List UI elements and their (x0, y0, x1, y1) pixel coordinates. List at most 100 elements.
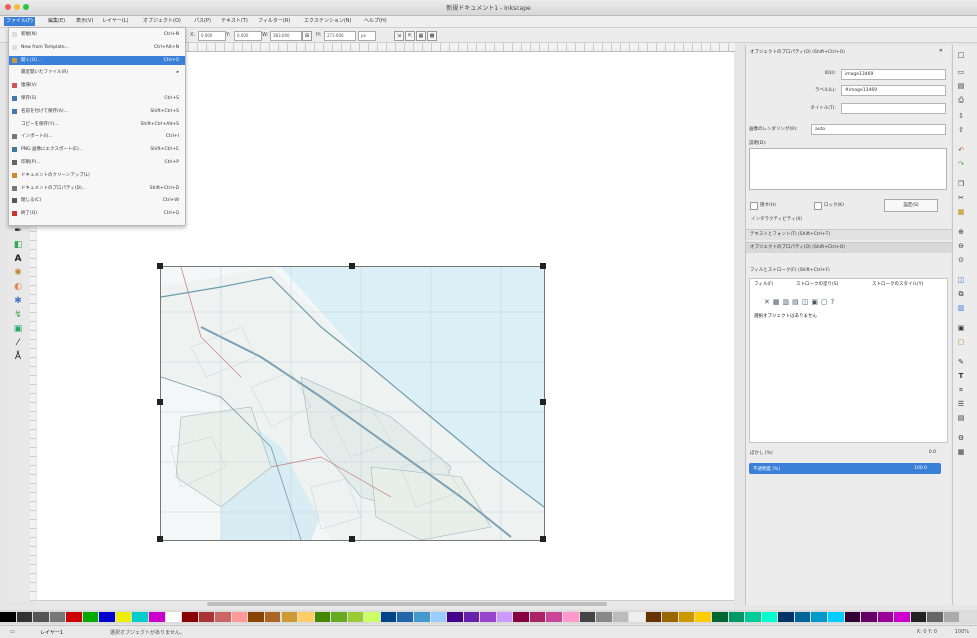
cut-icon[interactable]: ✂ (956, 193, 966, 203)
color-swatch[interactable] (430, 612, 447, 622)
color-swatch[interactable] (927, 612, 943, 622)
color-swatch[interactable] (960, 612, 976, 622)
color-swatch[interactable] (149, 612, 165, 622)
calligraphy-tool-icon[interactable]: ✒ (12, 225, 24, 237)
file-menu-item[interactable]: ドキュメントのプロパティ(D)... Shift+Ctrl+D (9, 184, 185, 193)
mesh-tool-icon[interactable]: ↯ (12, 309, 24, 321)
menu-edit[interactable]: 編集(E) (46, 17, 67, 26)
lock-checkbox[interactable] (814, 202, 822, 210)
menu-view[interactable]: 表示(V) (74, 17, 95, 26)
resize-handle-w[interactable] (157, 399, 163, 405)
color-swatch[interactable] (215, 612, 231, 622)
color-swatch[interactable] (778, 612, 794, 622)
file-menu-item[interactable]: コピーを保存(Y)... Shift+Ctrl+Alt+S (9, 120, 185, 129)
interactivity-expander[interactable]: インタラクティビティ(X) (751, 215, 802, 225)
object-props-dock[interactable]: オブジェクトのプロパティ(O) (Shift+Ctrl+O) (746, 242, 955, 253)
file-menu-item[interactable]: 名前を付けて保存(A)... Shift+Ctrl+S (9, 107, 185, 116)
x-field[interactable]: 0.000 (198, 31, 226, 41)
file-menu-item[interactable]: ドキュメントのクリーンアップ(L) (9, 171, 185, 180)
color-swatch[interactable] (413, 612, 430, 622)
layer-select[interactable]: レイヤー1 (40, 629, 63, 636)
color-swatch[interactable] (513, 612, 529, 622)
text-font-dock[interactable]: テキストとフォント(T) (Shift+Ctrl+T) (746, 229, 955, 240)
color-swatch[interactable] (695, 612, 712, 622)
unlink-clone-icon[interactable]: ▥ (956, 303, 966, 313)
color-swatch[interactable] (811, 612, 827, 622)
xml-editor-icon[interactable]: ⌗ (956, 385, 966, 395)
file-menu-item[interactable]: 新規(N) Ctrl+N (9, 30, 185, 39)
file-menu-item[interactable]: 閉じる(C) Ctrl+W (9, 196, 185, 205)
color-swatch[interactable] (910, 612, 927, 622)
color-swatch[interactable] (16, 612, 33, 622)
color-swatch[interactable] (745, 612, 761, 622)
doc-metadata-icon[interactable]: ▦ (956, 447, 966, 457)
y-field[interactable]: 0.000 (234, 31, 262, 41)
color-swatch[interactable] (364, 612, 380, 622)
color-swatch[interactable] (645, 612, 662, 622)
clone-icon[interactable]: ⧉ (956, 289, 966, 299)
text-tool-icon[interactable]: A (12, 253, 24, 265)
set-button[interactable]: 設定(S) (884, 199, 938, 212)
rendering-select[interactable]: auto (811, 124, 946, 135)
color-swatch[interactable] (596, 612, 612, 622)
color-swatch[interactable] (397, 612, 413, 622)
zoom-drawing-icon[interactable]: ⊖ (956, 241, 966, 251)
color-swatch[interactable] (728, 612, 745, 622)
color-swatch[interactable] (298, 612, 314, 622)
color-swatch[interactable] (115, 612, 132, 622)
spray-tool-icon[interactable]: ✺ (12, 267, 24, 279)
color-swatch[interactable] (281, 612, 298, 622)
color-swatch[interactable] (380, 612, 397, 622)
file-menu-item[interactable]: 最近開いたファイル(R) ▸ (9, 68, 185, 77)
tab-stroke-paint[interactable]: ストロークの塗り(S) (796, 281, 838, 287)
opacity-slider[interactable]: 不透明度 (%) 100.0 (749, 463, 941, 474)
color-swatch[interactable] (529, 612, 546, 622)
ungroup-icon[interactable]: ▢ (956, 337, 966, 347)
measure-tool-icon[interactable]: Å (12, 351, 24, 363)
w-field[interactable]: 383.000 (270, 31, 302, 41)
scrollbar-thumb[interactable] (207, 602, 607, 606)
color-swatch[interactable] (82, 612, 99, 622)
id-field[interactable]: image13469 (841, 69, 946, 80)
menu-file[interactable]: ファイル(F) (4, 17, 35, 26)
new-icon[interactable]: □ (956, 50, 966, 60)
color-swatch[interactable] (165, 612, 182, 622)
undo-icon[interactable]: ↶ (956, 145, 966, 155)
h-field[interactable]: 273.000 (324, 31, 356, 41)
color-swatch[interactable] (66, 612, 82, 622)
tab-fill[interactable]: フィル(F) (754, 281, 774, 287)
color-swatch[interactable] (546, 612, 562, 622)
group-icon[interactable]: ▣ (956, 323, 966, 333)
label-field[interactable]: #image13469 (841, 85, 946, 96)
menu-help[interactable]: ヘルプ(H) (362, 17, 389, 26)
save-icon[interactable]: ▤ (956, 81, 966, 91)
file-menu-item[interactable]: 終了(Q) Ctrl+Q (9, 209, 185, 218)
move-gradients-icon[interactable]: ▦ (416, 31, 426, 41)
resize-handle-n[interactable] (349, 263, 355, 269)
color-swatch[interactable] (99, 612, 115, 622)
color-swatch[interactable] (264, 612, 281, 622)
menu-object[interactable]: オブジェクト(O) (141, 17, 183, 26)
color-swatch[interactable] (761, 612, 778, 622)
color-swatch[interactable] (612, 612, 629, 622)
title-field[interactable] (841, 103, 946, 114)
embedded-map-image[interactable] (160, 266, 545, 541)
menu-text[interactable]: テキスト(T) (219, 17, 250, 26)
resize-handle-s[interactable] (349, 536, 355, 542)
color-swatch[interactable] (33, 612, 49, 622)
menu-layer[interactable]: レイヤー(L) (100, 17, 131, 26)
color-swatch[interactable] (662, 612, 678, 622)
zoom-level[interactable]: 100% (955, 629, 969, 635)
paint-type-icons[interactable]: ✕▦▥▤◫▣▢? (764, 298, 837, 306)
color-swatch[interactable] (0, 612, 16, 622)
color-swatch[interactable] (827, 612, 844, 622)
color-swatch[interactable] (877, 612, 894, 622)
open-icon[interactable]: ▭ (956, 67, 966, 77)
color-swatch[interactable] (314, 612, 331, 622)
color-swatch[interactable] (712, 612, 728, 622)
file-menu-item[interactable]: 復帰(V) (9, 81, 185, 90)
blur-value[interactable]: 0.0 (916, 450, 936, 455)
export-icon[interactable]: ⇧ (956, 125, 966, 135)
move-patterns-icon[interactable]: ▩ (427, 31, 437, 41)
file-menu-item[interactable]: 印刷(P)... Ctrl+P (9, 158, 185, 167)
